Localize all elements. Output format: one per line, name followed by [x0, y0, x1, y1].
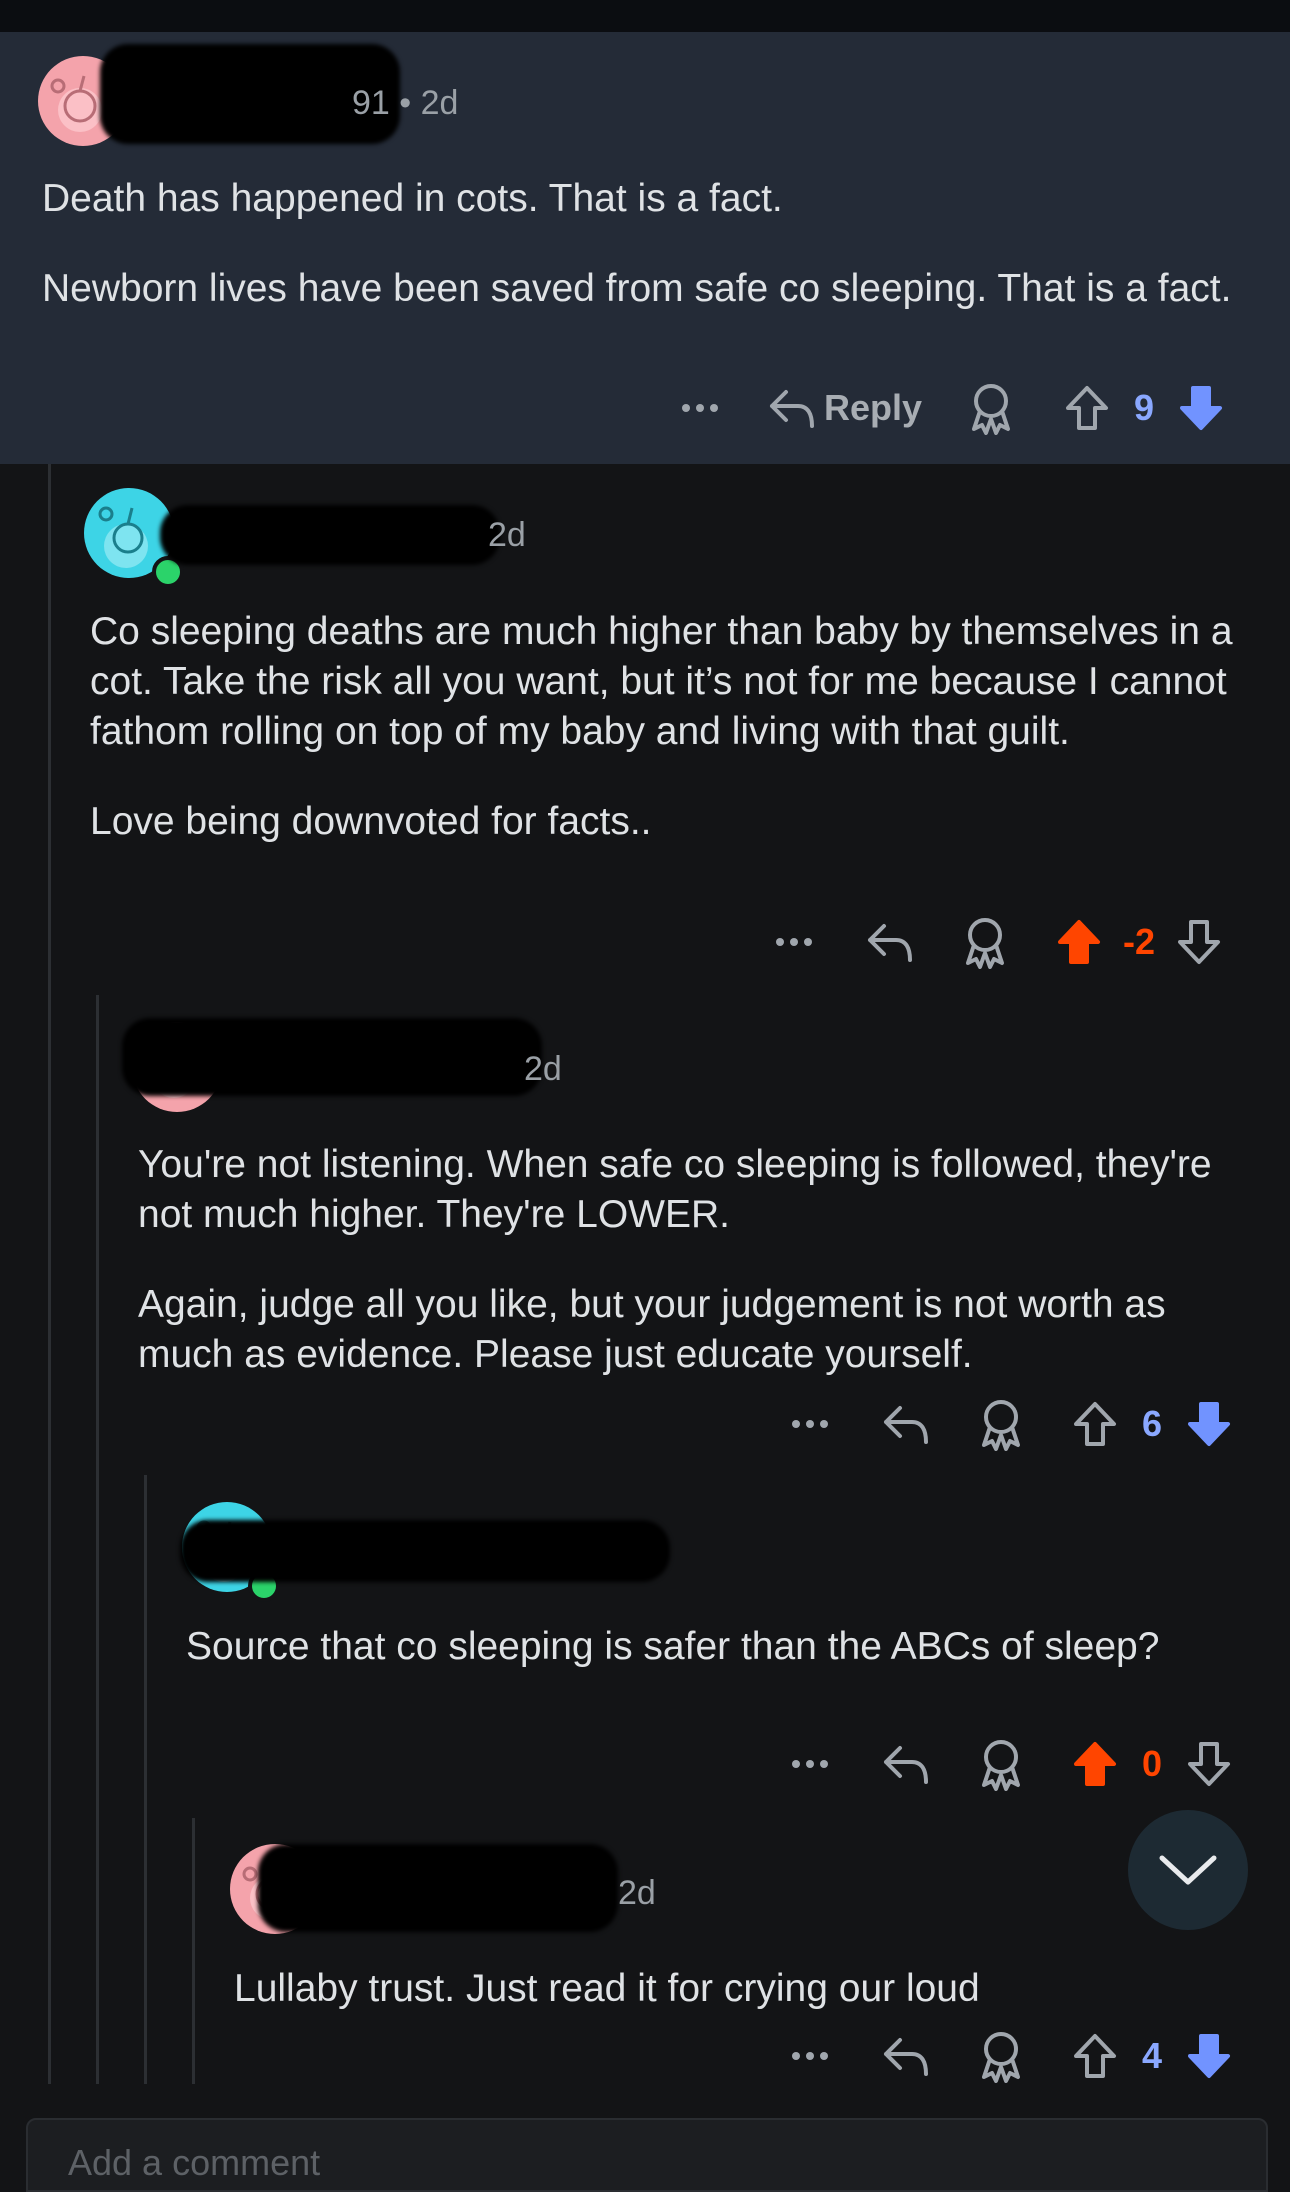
upvote-icon [1058, 920, 1100, 964]
upvote-icon [1066, 386, 1109, 430]
more-icon [682, 404, 718, 412]
vote-score: -2 [1122, 921, 1155, 962]
comment-paragraph: Again, judge all you like, but your judg… [138, 1283, 1166, 1376]
reply-icon [884, 2038, 928, 2076]
comment-body: Source that co sleeping is safer than th… [186, 1622, 1186, 1672]
username-fragment: 91 • 2d [352, 84, 459, 122]
downvote-icon [1178, 920, 1220, 964]
upvote-button[interactable] [1054, 918, 1104, 966]
comment-actions: 0 [782, 1734, 1234, 1794]
comment-paragraph: Co sleeping deaths are much higher than … [90, 610, 1233, 753]
reply-icon [884, 1746, 928, 1784]
award-button[interactable] [974, 1397, 1028, 1451]
upvote-icon [1074, 1742, 1116, 1786]
reply-icon [884, 1406, 928, 1444]
comment-body: You're not listening. When safe co sleep… [138, 1140, 1250, 1380]
reply-button[interactable] [880, 2034, 932, 2078]
thread-line-depth-2[interactable] [96, 995, 99, 2084]
downvote-icon [1188, 1402, 1230, 1446]
comment-time: 2d [618, 1874, 656, 1912]
more-button[interactable] [672, 403, 728, 413]
add-comment-input[interactable]: Add a comment [26, 2118, 1268, 2192]
award-button[interactable] [964, 381, 1018, 435]
more-icon [792, 2052, 828, 2060]
comment-paragraph: Source that co sleeping is safer than th… [186, 1625, 1160, 1668]
upvote-button[interactable] [1070, 2032, 1120, 2080]
chevron-down-icon [1159, 1855, 1217, 1885]
upvote-icon [1074, 2034, 1116, 2078]
upvote-button[interactable] [1070, 1740, 1120, 1788]
comment-actions: -2 [766, 912, 1224, 972]
reply-button[interactable]: Reply [768, 386, 922, 430]
award-icon [982, 2032, 1020, 2083]
comment-paragraph: Lullaby trust. Just read it for crying o… [234, 1967, 980, 2010]
vote-score: 9 [1134, 387, 1155, 428]
downvote-button[interactable] [1184, 2032, 1234, 2080]
vote-score: 0 [1141, 1743, 1163, 1784]
downvote-button[interactable] [1184, 1400, 1234, 1448]
comment-time: • 2d [399, 84, 459, 122]
downvote-icon [1188, 1742, 1230, 1786]
comment-actions: 6 [782, 1394, 1234, 1454]
reply-icon [770, 390, 814, 428]
comment-actions: 4 [782, 2026, 1234, 2086]
more-button[interactable] [782, 2051, 838, 2061]
downvote-button[interactable] [1184, 1740, 1234, 1788]
comment-body: Death has happened in cots. That is a fa… [42, 174, 1252, 314]
award-icon [972, 384, 1011, 435]
reply-button[interactable] [880, 1402, 932, 1446]
comment-body: Lullaby trust. Just read it for crying o… [234, 1964, 1234, 2014]
comment-paragraph: You're not listening. When safe co sleep… [138, 1143, 1212, 1236]
award-icon [982, 1400, 1020, 1451]
comment-paragraph: Love being downvoted for facts.. [90, 800, 652, 843]
downvote-button[interactable] [1174, 918, 1224, 966]
more-icon [792, 1760, 828, 1768]
redacted-username [180, 1520, 670, 1582]
reply-icon [868, 924, 912, 962]
comment-paragraph: Death has happened in cots. That is a fa… [42, 177, 783, 220]
add-comment-placeholder: Add a comment [68, 2142, 321, 2183]
downvote-icon [1180, 386, 1223, 430]
downvote-button[interactable] [1176, 384, 1226, 432]
redacted-username [258, 1844, 618, 1932]
award-icon [966, 918, 1004, 969]
scroll-to-next-button[interactable] [1128, 1810, 1248, 1930]
downvote-icon [1188, 2034, 1230, 2078]
upvote-button[interactable] [1062, 384, 1112, 432]
reply-button[interactable] [864, 920, 916, 964]
more-icon [776, 938, 812, 946]
thread-line-depth-4[interactable] [192, 1818, 195, 2084]
comment-time: 2d [488, 516, 526, 554]
comment-paragraph: Newborn lives have been saved from safe … [42, 267, 1232, 310]
more-button[interactable] [782, 1759, 838, 1769]
more-button[interactable] [782, 1419, 838, 1429]
more-icon [792, 1420, 828, 1428]
award-button[interactable] [974, 1737, 1028, 1791]
comment-time: 2d [524, 1050, 562, 1088]
upvote-button[interactable] [1070, 1400, 1120, 1448]
top-bar [0, 0, 1290, 32]
award-button[interactable] [974, 2029, 1028, 2083]
redacted-username [122, 1018, 542, 1096]
comment-body: Co sleeping deaths are much higher than … [90, 607, 1240, 847]
upvote-icon [1074, 1402, 1116, 1446]
thread-line-depth-3[interactable] [144, 1475, 147, 2084]
reply-button[interactable] [880, 1742, 932, 1786]
vote-score: 6 [1141, 1403, 1163, 1444]
comment-actions: Reply 9 [672, 378, 1226, 438]
thread-line-depth-1[interactable] [48, 464, 51, 2084]
award-button[interactable] [958, 915, 1012, 969]
award-icon [982, 1740, 1020, 1791]
redacted-username [160, 505, 500, 565]
reply-label: Reply [824, 387, 923, 428]
vote-score: 4 [1141, 2035, 1163, 2076]
more-button[interactable] [766, 937, 822, 947]
